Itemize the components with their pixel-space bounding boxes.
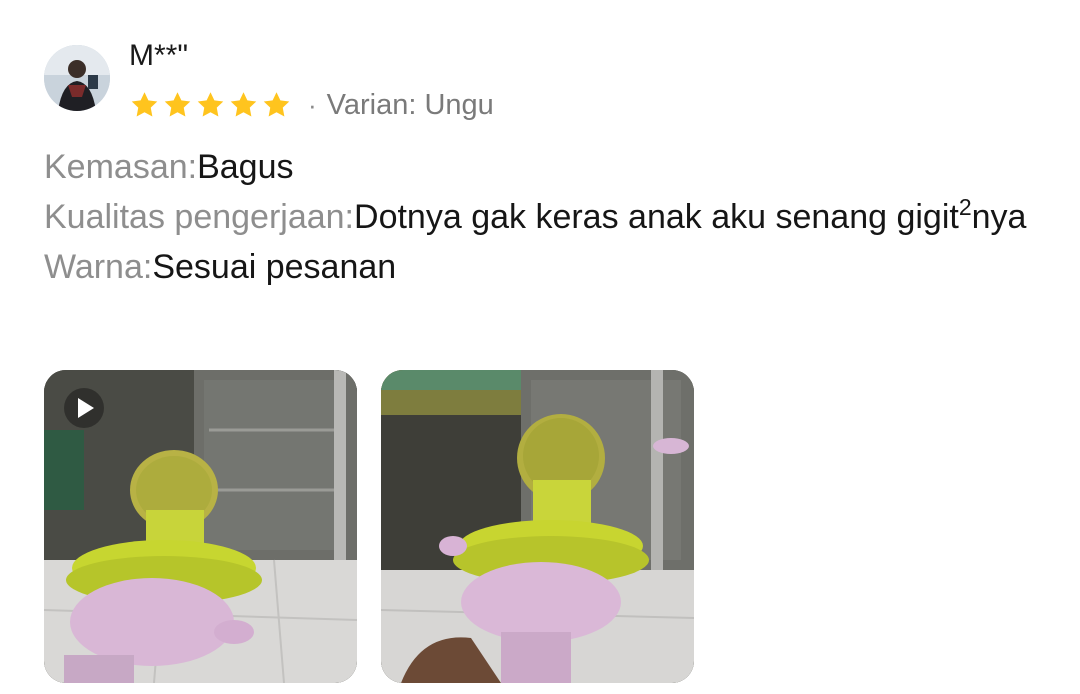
variant-label: Varian: Ungu [326, 89, 494, 121]
review-card: M**" · Varian: Ungu Kemasan:Bagus Kualit… [44, 38, 1044, 292]
color-label: Warna: [44, 248, 153, 286]
field-packaging: Kemasan:Bagus [44, 142, 1044, 192]
packaging-label: Kemasan: [44, 148, 198, 186]
image-thumbnail-image [381, 370, 694, 683]
avatar[interactable] [44, 45, 110, 111]
quality-value-text: Dotnya gak keras anak aku senang gigit [354, 198, 959, 236]
quality-value-suffix: nya [971, 198, 1027, 236]
media-video-thumbnail[interactable] [44, 370, 357, 683]
avatar-image [44, 45, 110, 111]
star-icon [263, 92, 290, 117]
quality-value: Dotnya gak keras anak aku senang gigit2n… [354, 196, 1027, 237]
review-header: M**" · Varian: Ungu [44, 38, 1044, 122]
star-icon [164, 92, 191, 117]
field-quality: Kualitas pengerjaan:Dotnya gak keras ana… [44, 192, 1044, 242]
play-icon[interactable] [64, 388, 104, 428]
field-color: Warna:Sesuai pesanan [44, 242, 1044, 292]
media-gallery [44, 370, 718, 683]
color-value: Sesuai pesanan [152, 248, 397, 286]
star-rating [129, 90, 294, 120]
review-body: Kemasan:Bagus Kualitas pengerjaan:Dotnya… [44, 142, 1044, 292]
quality-label: Kualitas pengerjaan: [44, 198, 355, 236]
media-image-thumbnail[interactable] [381, 370, 694, 683]
star-icon [131, 92, 158, 117]
quality-value-superscript: 2 [958, 194, 972, 220]
packaging-value: Bagus [197, 148, 294, 186]
star-icon [230, 92, 257, 117]
rating-line: · Varian: Ungu [129, 88, 494, 122]
star-icon [197, 92, 224, 117]
separator-dot: · [308, 90, 317, 120]
review-meta: M**" · Varian: Ungu [129, 38, 494, 122]
username[interactable]: M**" [129, 38, 494, 74]
